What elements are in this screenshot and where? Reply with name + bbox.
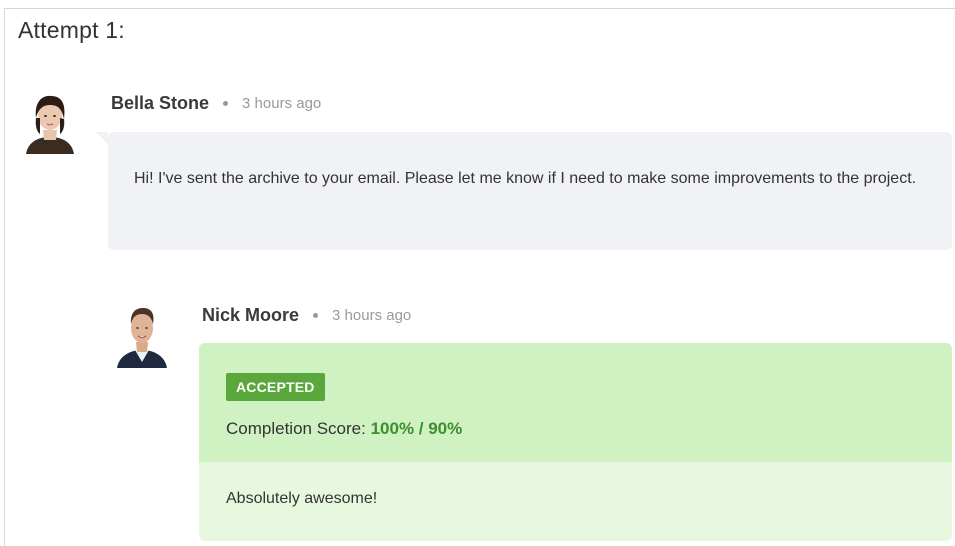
comment-time: 3 hours ago	[242, 95, 322, 112]
reply-text: Absolutely awesome!	[226, 490, 378, 507]
comment-author[interactable]: Nick Moore	[202, 305, 299, 326]
avatar-image	[117, 308, 167, 368]
comment-meta: Nick Moore 3 hours ago	[202, 305, 411, 326]
comment-bubble: Hi! I've sent the archive to your email.…	[96, 132, 952, 250]
separator-dot	[313, 313, 319, 318]
score-value: 100% / 90%	[370, 419, 463, 438]
separator-dot	[223, 101, 229, 106]
comment-text: Hi! I've sent the archive to your email.…	[134, 170, 917, 187]
avatar-bella-stone[interactable]	[24, 92, 76, 154]
comment-author[interactable]: Bella Stone	[111, 93, 209, 114]
grade-result-section: ACCEPTED Completion Score: 100% / 90%	[199, 343, 952, 462]
completion-score: Completion Score: 100% / 90%	[226, 419, 462, 439]
comment-time: 3 hours ago	[332, 307, 412, 324]
comment-meta: Bella Stone 3 hours ago	[111, 93, 321, 114]
grading-reply-bubble: ACCEPTED Completion Score: 100% / 90% Ab…	[199, 343, 952, 541]
avatar-nick-moore[interactable]	[115, 302, 169, 368]
status-badge: ACCEPTED	[226, 373, 325, 401]
bubble-tail	[96, 132, 108, 144]
avatar-image	[26, 95, 74, 154]
score-label: Completion Score:	[226, 419, 366, 438]
attempt-title: Attempt 1:	[18, 17, 125, 43]
